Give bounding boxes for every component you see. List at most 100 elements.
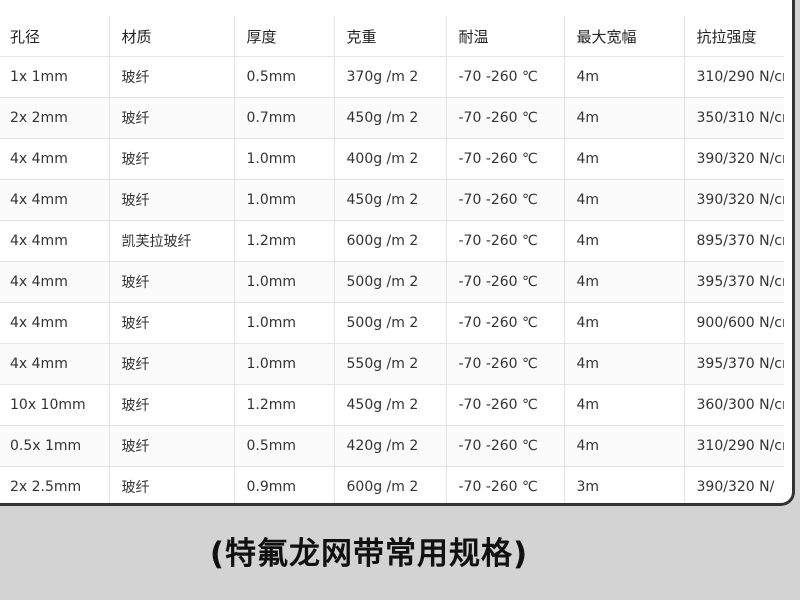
cell-tensile-strength: 395/370 N/cm xyxy=(684,261,784,303)
table-row: 4x 4mm 玻纤 1.0mm 550g /m 2 -70 -260 ℃ 4m 395/37… xyxy=(0,343,784,385)
cell-thickness: 1.0mm xyxy=(234,138,335,180)
cell-temperature: -70 -260 ℃ xyxy=(446,220,565,262)
cell-aperture: 4x 4mm xyxy=(0,302,110,344)
cell-aperture: 4x 4mm xyxy=(0,261,110,303)
table-row: 1x 1mm 玻纤 0.5mm 370g /m 2 -70 -260 ℃ 4m 310/29… xyxy=(0,56,784,98)
table-row: 2x 2mm 玻纤 0.7mm 450g /m 2 -70 -260 ℃ 4m 350/31… xyxy=(0,97,784,139)
cell-max-width: 4m xyxy=(564,97,685,139)
spec-table: 孔径 材质 厚度 克重 耐温 最大宽幅 抗拉强度 1x 1mm 玻纤 0.5mm 37… xyxy=(0,16,784,503)
cell-aperture: 10x 10mm xyxy=(0,384,110,426)
cell-tensile-strength: 350/310 N/cm xyxy=(684,97,784,139)
cell-thickness: 1.2mm xyxy=(234,384,335,426)
table-row: 10x 10mm 玻纤 1.2mm 450g /m 2 -70 -260 ℃ 4m 360/… xyxy=(0,384,784,426)
cell-tensile-strength: 900/600 N/cm xyxy=(684,302,784,344)
cell-temperature: -70 -260 ℃ xyxy=(446,384,565,426)
table-row: 4x 4mm 凯芙拉玻纤 1.2mm 600g /m 2 -70 -260 ℃ 4m 895… xyxy=(0,220,784,262)
cell-tensile-strength: 310/290 N/cm xyxy=(684,425,784,467)
cell-weight: 600g /m 2 xyxy=(334,466,447,503)
cell-max-width: 4m xyxy=(564,138,685,180)
cell-thickness: 1.0mm xyxy=(234,179,335,221)
table-body: 1x 1mm 玻纤 0.5mm 370g /m 2 -70 -260 ℃ 4m 310/29… xyxy=(0,56,784,503)
page-background: 孔径 材质 厚度 克重 耐温 最大宽幅 抗拉强度 1x 1mm 玻纤 0.5mm 37… xyxy=(0,0,800,600)
cell-material: 玻纤 xyxy=(109,466,235,503)
cell-material: 玻纤 xyxy=(109,302,235,344)
header-temperature: 耐温 xyxy=(446,16,565,57)
spec-table-card: 孔径 材质 厚度 克重 耐温 最大宽幅 抗拉强度 1x 1mm 玻纤 0.5mm 37… xyxy=(0,0,795,506)
header-tensile-strength: 抗拉强度 xyxy=(684,16,784,57)
cell-max-width: 4m xyxy=(564,425,685,467)
cell-material: 玻纤 xyxy=(109,261,235,303)
cell-temperature: -70 -260 ℃ xyxy=(446,97,565,139)
header-aperture: 孔径 xyxy=(0,16,110,57)
header-max-width: 最大宽幅 xyxy=(564,16,685,57)
cell-temperature: -70 -260 ℃ xyxy=(446,179,565,221)
cell-max-width: 4m xyxy=(564,384,685,426)
cell-max-width: 4m xyxy=(564,179,685,221)
cell-temperature: -70 -260 ℃ xyxy=(446,466,565,503)
cell-aperture: 4x 4mm xyxy=(0,138,110,180)
cell-thickness: 0.9mm xyxy=(234,466,335,503)
table-header-row: 孔径 材质 厚度 克重 耐温 最大宽幅 抗拉强度 xyxy=(0,16,784,57)
table-row: 0.5x 1mm 玻纤 0.5mm 420g /m 2 -70 -260 ℃ 4m 310/… xyxy=(0,425,784,467)
cell-material: 玻纤 xyxy=(109,97,235,139)
cell-weight: 370g /m 2 xyxy=(334,56,447,98)
cell-aperture: 1x 1mm xyxy=(0,56,110,98)
cell-aperture: 4x 4mm xyxy=(0,179,110,221)
cell-material: 玻纤 xyxy=(109,179,235,221)
cell-weight: 500g /m 2 xyxy=(334,302,447,344)
header-thickness: 厚度 xyxy=(234,16,335,57)
cell-weight: 400g /m 2 xyxy=(334,138,447,180)
cell-tensile-strength: 390/320 N/cm xyxy=(684,179,784,221)
cell-material: 玻纤 xyxy=(109,425,235,467)
cell-material: 凯芙拉玻纤 xyxy=(109,220,235,262)
cell-max-width: 3m xyxy=(564,466,685,503)
table-row: 4x 4mm 玻纤 1.0mm 500g /m 2 -70 -260 ℃ 4m 900/60… xyxy=(0,302,784,344)
cell-material: 玻纤 xyxy=(109,138,235,180)
cell-weight: 500g /m 2 xyxy=(334,261,447,303)
table-row: 4x 4mm 玻纤 1.0mm 450g /m 2 -70 -260 ℃ 4m 390/32… xyxy=(0,179,784,221)
cell-thickness: 0.7mm xyxy=(234,97,335,139)
cell-aperture: 4x 4mm xyxy=(0,343,110,385)
cell-temperature: -70 -260 ℃ xyxy=(446,302,565,344)
page-caption: (特氟龙网带常用规格) xyxy=(209,536,529,572)
cell-temperature: -70 -260 ℃ xyxy=(446,56,565,98)
cell-tensile-strength: 360/300 N/cm xyxy=(684,384,784,426)
cell-tensile-strength: 895/370 N/cm xyxy=(684,220,784,262)
cell-aperture: 0.5x 1mm xyxy=(0,425,110,467)
cell-thickness: 1.0mm xyxy=(234,302,335,344)
cell-max-width: 4m xyxy=(564,220,685,262)
cell-tensile-strength: 310/290 N/cm xyxy=(684,56,784,98)
cell-thickness: 1.2mm xyxy=(234,220,335,262)
cell-weight: 420g /m 2 xyxy=(334,425,447,467)
cell-temperature: -70 -260 ℃ xyxy=(446,138,565,180)
cell-thickness: 0.5mm xyxy=(234,425,335,467)
cell-temperature: -70 -260 ℃ xyxy=(446,261,565,303)
cell-weight: 550g /m 2 xyxy=(334,343,447,385)
cell-aperture: 2x 2.5mm xyxy=(0,466,110,503)
cell-max-width: 4m xyxy=(564,56,685,98)
cell-max-width: 4m xyxy=(564,343,685,385)
cell-temperature: -70 -260 ℃ xyxy=(446,343,565,385)
table-row: 2x 2.5mm 玻纤 0.9mm 600g /m 2 -70 -260 ℃ 3m 390/… xyxy=(0,466,784,503)
cell-aperture: 2x 2mm xyxy=(0,97,110,139)
cell-material: 玻纤 xyxy=(109,384,235,426)
header-material: 材质 xyxy=(109,16,235,57)
cell-tensile-strength: 395/370 N/cm xyxy=(684,343,784,385)
cell-aperture: 4x 4mm xyxy=(0,220,110,262)
cell-thickness: 1.0mm xyxy=(234,261,335,303)
cell-tensile-strength: 390/320 N/cm xyxy=(684,138,784,180)
cell-weight: 450g /m 2 xyxy=(334,97,447,139)
cell-thickness: 1.0mm xyxy=(234,343,335,385)
cell-tensile-strength: 390/320 N/ xyxy=(684,466,784,503)
table-row: 4x 4mm 玻纤 1.0mm 500g /m 2 -70 -260 ℃ 4m 395/37… xyxy=(0,261,784,303)
cell-temperature: -70 -260 ℃ xyxy=(446,425,565,467)
cell-weight: 450g /m 2 xyxy=(334,179,447,221)
cell-max-width: 4m xyxy=(564,302,685,344)
cell-weight: 450g /m 2 xyxy=(334,384,447,426)
cell-material: 玻纤 xyxy=(109,56,235,98)
header-weight: 克重 xyxy=(334,16,447,57)
cell-weight: 600g /m 2 xyxy=(334,220,447,262)
cell-max-width: 4m xyxy=(564,261,685,303)
table-row: 4x 4mm 玻纤 1.0mm 400g /m 2 -70 -260 ℃ 4m 390/32… xyxy=(0,138,784,180)
cell-material: 玻纤 xyxy=(109,343,235,385)
